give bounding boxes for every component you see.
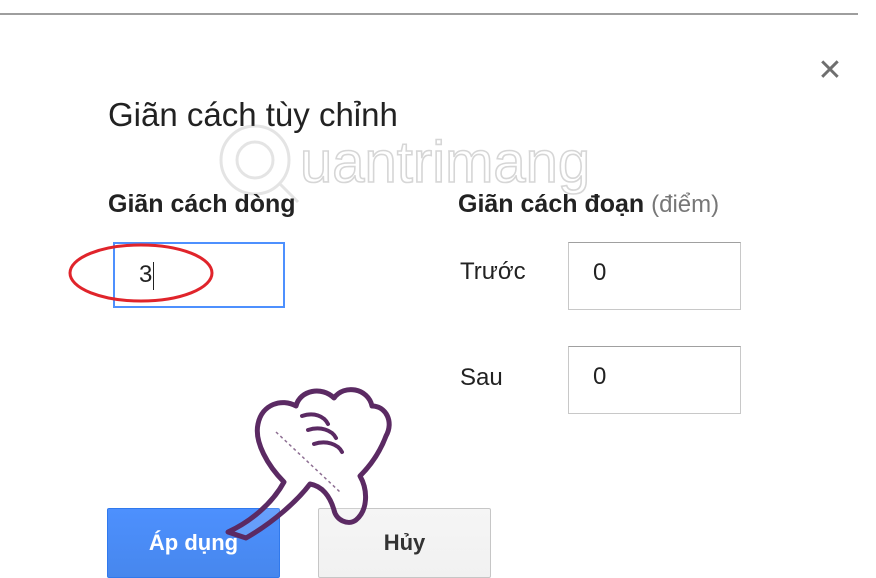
dialog-title: Giãn cách tùy chỉnh [108,96,398,133]
line-spacing-input[interactable]: 3 [113,242,285,308]
before-input[interactable]: 0 [568,242,741,310]
cancel-button[interactable]: Hủy [318,508,491,578]
before-label: Trước [460,258,526,285]
after-input[interactable]: 0 [568,346,741,414]
before-value: 0 [593,259,607,286]
paragraph-spacing-label: Giãn cách đoạn (điểm) [458,190,719,219]
text-caret [153,261,155,290]
line-spacing-value: 3 [139,261,153,288]
paragraph-spacing-title: Giãn cách đoạn [458,190,645,218]
line-spacing-label: Giãn cách dòng [108,190,296,218]
unit-note: (điểm) [651,191,720,218]
apply-button[interactable]: Áp dụng [107,508,280,578]
after-label: Sau [460,364,503,391]
watermark-text: uantrimang [300,130,590,195]
close-icon[interactable]: ✕ [815,56,845,86]
after-value: 0 [593,363,607,390]
top-divider [0,13,858,15]
